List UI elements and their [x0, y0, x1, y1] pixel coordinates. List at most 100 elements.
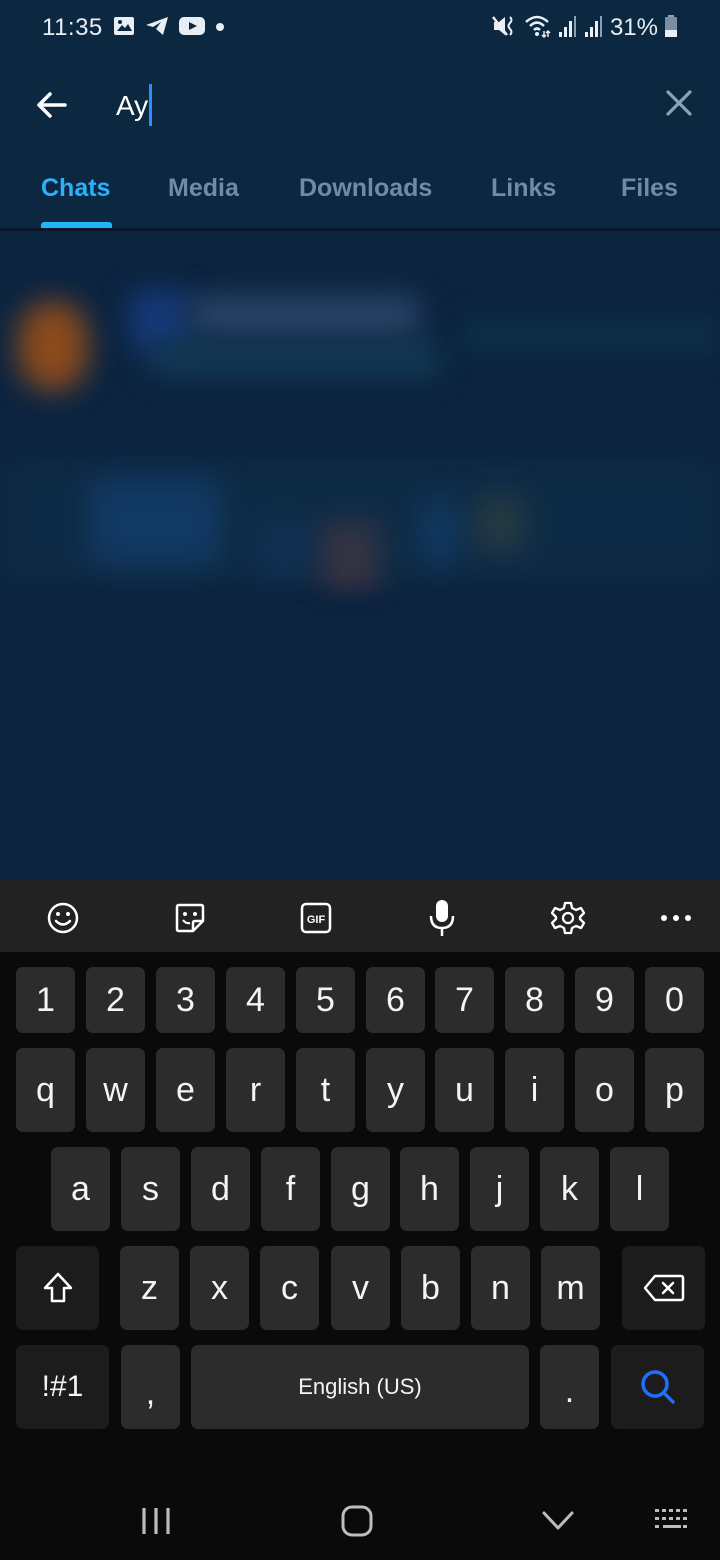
key-a[interactable]: a [51, 1147, 110, 1231]
telegram-search-screen: 11:35 31% Ay Chats Media Downloads Links… [0, 0, 720, 880]
telegram-icon [145, 16, 169, 41]
voice-input-button[interactable] [418, 894, 466, 942]
notification-dot-icon [215, 19, 225, 37]
key-6[interactable]: 6 [366, 967, 425, 1033]
keyboard-switch-icon [655, 1509, 687, 1528]
symbols-key[interactable]: !#1 [16, 1345, 109, 1429]
keyboard-switch-button[interactable] [642, 1496, 702, 1546]
key-g[interactable]: g [331, 1147, 390, 1231]
back-button[interactable] [28, 82, 74, 128]
battery-icon [664, 14, 678, 43]
search-action-key[interactable] [611, 1345, 704, 1429]
key-s[interactable]: s [121, 1147, 180, 1231]
tab-media[interactable]: Media [168, 174, 239, 203]
wifi-icon [524, 14, 552, 43]
key-o[interactable]: o [575, 1048, 634, 1132]
search-icon [640, 1370, 675, 1404]
shift-key[interactable] [16, 1246, 99, 1330]
arrow-left-icon [37, 92, 67, 118]
key-f[interactable]: f [261, 1147, 320, 1231]
key-n[interactable]: n [471, 1246, 530, 1330]
close-icon [666, 90, 692, 116]
key-i[interactable]: i [505, 1048, 564, 1132]
space-key[interactable]: English (US) [191, 1345, 529, 1429]
key-z[interactable]: z [120, 1246, 179, 1330]
home-button[interactable] [327, 1496, 387, 1546]
search-results-blurred [0, 231, 720, 880]
blurred-band [460, 321, 720, 351]
search-input[interactable]: Ay [116, 86, 148, 126]
backspace-key[interactable] [622, 1246, 705, 1330]
key-x[interactable]: x [190, 1246, 249, 1330]
key-e[interactable]: e [156, 1048, 215, 1132]
tab-chats[interactable]: Chats [41, 174, 110, 203]
key-t[interactable]: t [296, 1048, 355, 1132]
key-u[interactable]: u [435, 1048, 494, 1132]
signal-2-icon [584, 14, 604, 43]
gif-icon: GIF [300, 902, 332, 934]
key-y[interactable]: y [366, 1048, 425, 1132]
period-key[interactable]: . [540, 1345, 599, 1429]
key-j[interactable]: j [470, 1147, 529, 1231]
blurred-text [190, 296, 420, 336]
key-k[interactable]: k [540, 1147, 599, 1231]
key-r[interactable]: r [226, 1048, 285, 1132]
key-2[interactable]: 2 [86, 967, 145, 1033]
tab-downloads[interactable]: Downloads [299, 174, 432, 203]
gallery-icon [113, 16, 135, 41]
key-d[interactable]: d [191, 1147, 250, 1231]
blurred-band [0, 461, 720, 581]
key-c[interactable]: c [260, 1246, 319, 1330]
sticker-icon [175, 903, 205, 933]
text-caret [149, 84, 152, 126]
key-m[interactable]: m [541, 1246, 600, 1330]
tab-files[interactable]: Files [621, 174, 678, 203]
youtube-icon [178, 16, 205, 41]
microphone-icon [429, 900, 455, 936]
clear-search-button[interactable] [656, 80, 702, 126]
gif-button[interactable]: GIF [292, 894, 340, 942]
status-bar: 11:35 31% [0, 0, 720, 56]
key-h[interactable]: h [400, 1147, 459, 1231]
hide-keyboard-icon [542, 1511, 574, 1530]
more-icon [661, 915, 691, 921]
comma-key[interactable]: , [121, 1345, 180, 1429]
hide-keyboard-button[interactable] [528, 1496, 588, 1546]
blurred-text [150, 341, 440, 376]
key-p[interactable]: p [645, 1048, 704, 1132]
settings-icon [550, 901, 586, 935]
tab-links[interactable]: Links [491, 174, 556, 203]
blurred-avatar [18, 301, 88, 391]
key-9[interactable]: 9 [575, 967, 634, 1033]
key-5[interactable]: 5 [296, 967, 355, 1033]
key-4[interactable]: 4 [226, 967, 285, 1033]
key-w[interactable]: w [86, 1048, 145, 1132]
key-1[interactable]: 1 [16, 967, 75, 1033]
key-v[interactable]: v [331, 1246, 390, 1330]
key-0[interactable]: 0 [645, 967, 704, 1033]
sticker-button[interactable] [166, 894, 214, 942]
battery-percent: 31% [609, 14, 658, 41]
recents-icon [142, 1508, 170, 1534]
key-3[interactable]: 3 [156, 967, 215, 1033]
keyboard-settings-button[interactable] [544, 894, 592, 942]
shift-icon [43, 1272, 72, 1303]
mute-vibrate-icon [491, 14, 518, 43]
samsung-keyboard: GIF 1 2 3 4 5 6 7 8 9 0 q w e r t y u i … [0, 880, 720, 1480]
key-q[interactable]: q [16, 1048, 75, 1132]
search-bar: Ay [0, 56, 720, 152]
signal-1-icon [558, 14, 578, 43]
key-b[interactable]: b [401, 1246, 460, 1330]
svg-text:GIF: GIF [307, 914, 326, 926]
status-right: 31% [491, 12, 678, 44]
emoji-icon [47, 902, 79, 934]
more-options-button[interactable] [652, 894, 700, 942]
emoji-button[interactable] [39, 894, 87, 942]
backspace-icon [643, 1274, 684, 1302]
key-8[interactable]: 8 [505, 967, 564, 1033]
key-7[interactable]: 7 [435, 967, 494, 1033]
status-left: 11:35 [42, 12, 225, 44]
recents-button[interactable] [126, 1496, 186, 1546]
key-l[interactable]: l [610, 1147, 669, 1231]
keyboard-toolbar: GIF [0, 880, 720, 952]
